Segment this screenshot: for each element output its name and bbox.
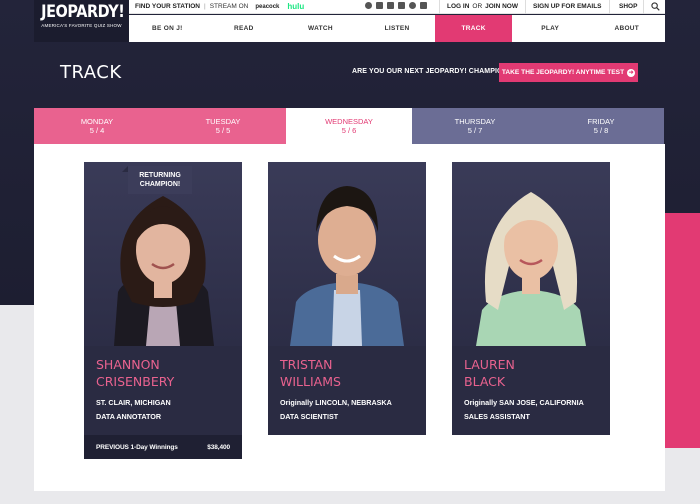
login-join: LOG IN OR JOIN NOW [447,3,518,10]
anytime-test-button[interactable]: TAKE THE JEOPARDY! ANYTIME TEST ➜ [499,63,638,82]
signup-emails-link[interactable]: SIGN UP FOR EMAILS [533,3,602,10]
tab-wednesday[interactable]: WEDNESDAY 5 / 6 [286,108,412,144]
contestant-job: DATA ANNOTATOR [96,412,162,421]
day-tabs: MONDAY 5 / 4 TUESDAY 5 / 5 WEDNESDAY 5 /… [34,108,664,144]
tiktok-icon[interactable] [409,2,416,9]
contestant-last-name: WILLIAMS [280,374,341,389]
day-date: 5 / 4 [89,126,105,135]
day-date: 5 / 8 [593,126,609,135]
contestant-job: SALES ASSISTANT [464,412,530,421]
tab-thursday[interactable]: THURSDAY 5 / 7 [412,108,538,144]
tab-monday[interactable]: MONDAY 5 / 4 [34,108,160,144]
contestant-origin: Originally LINCOLN, NEBRASKA [280,398,392,407]
day-date: 5 / 5 [215,126,231,135]
contestants-panel: RETURNING CHAMPION! SHANNON CRISENBERY S… [34,144,665,491]
contestant-first-name: SHANNON [96,357,160,372]
badge-line-1: RETURNING [139,172,181,179]
contestant-info: LAUREN BLACK Originally SAN JOSE, CALIFO… [452,346,610,422]
winnings-bar: PREVIOUS 1-Day Winnings $38,400 [84,435,242,459]
search-icon[interactable] [651,2,660,11]
x-icon[interactable] [376,2,383,9]
join-link[interactable]: JOIN NOW [485,3,518,10]
youtube-icon[interactable] [398,2,405,9]
anytime-test-label: TAKE THE JEOPARDY! ANYTIME TEST [501,69,625,76]
divider [525,0,526,14]
instagram-icon[interactable] [387,2,394,9]
contestant-card[interactable]: TRISTAN WILLIAMS Originally LINCOLN, NEB… [268,162,426,435]
contestant-info: TRISTAN WILLIAMS Originally LINCOLN, NEB… [268,346,426,422]
tab-tuesday[interactable]: TUESDAY 5 / 5 [160,108,286,144]
stream-on-label: STREAM ON [209,3,249,10]
day-name: TUESDAY [205,117,241,126]
logo-text: JEOPARDY! [41,2,125,22]
decorative-pink-bar [665,213,700,448]
arrow-right-icon: ➜ [627,68,636,77]
contestant-origin: ST. CLAIR, MICHIGAN [96,398,171,407]
contestant-first-name: LAUREN [464,357,515,372]
hulu-link[interactable]: hulu [287,2,304,11]
jeopardy-logo[interactable]: JEOPARDY! AMERICA'S FAVORITE QUIZ SHOW [34,0,129,42]
badge-line-2: CHAMPION! [139,181,181,188]
nav-listen[interactable]: LISTEN [359,15,436,42]
winnings-label: PREVIOUS 1-Day Winnings [96,443,178,451]
nav-track[interactable]: TRACK [435,15,512,42]
winnings-value: $38,400 [207,443,230,451]
contestant-last-name: BLACK [464,374,506,389]
returning-champion-badge: RETURNING CHAMPION! [122,166,192,194]
promo-question: ARE YOU OUR NEXT JEOPARDY! CHAMPION? [352,68,513,75]
day-date: 5 / 7 [467,126,483,135]
divider [643,0,644,14]
tab-friday[interactable]: FRIDAY 5 / 8 [538,108,664,144]
contestant-info: SHANNON CRISENBERY ST. CLAIR, MICHIGAN D… [84,346,242,422]
or-label: OR [472,3,483,10]
shop-link[interactable]: SHOP [619,3,637,10]
contestant-card[interactable]: LAUREN BLACK Originally SAN JOSE, CALIFO… [452,162,610,435]
divider [439,0,440,14]
social-links [365,2,427,9]
main-nav: BE ON J! READ WATCH LISTEN TRACK PLAY AB… [129,15,665,42]
nav-read[interactable]: READ [206,15,283,42]
nav-about[interactable]: ABOUT [588,15,665,42]
contestant-last-name: CRISENBERY [96,374,175,389]
contestant-card[interactable]: RETURNING CHAMPION! SHANNON CRISENBERY S… [84,162,242,459]
peacock-link[interactable]: peacock [255,4,279,10]
facebook-icon[interactable] [365,2,372,9]
divider: | [204,3,206,10]
day-name: THURSDAY [454,117,496,126]
day-name: MONDAY [80,117,114,126]
day-name: FRIDAY [587,117,615,126]
day-date: 5 / 6 [341,126,357,135]
login-link[interactable]: LOG IN [447,3,469,10]
contestant-photo [452,162,610,346]
contestant-photo [268,162,426,346]
logo-tagline: AMERICA'S FAVORITE QUIZ SHOW [41,23,122,28]
find-station-link[interactable]: FIND YOUR STATION [135,3,200,10]
nav-be-on-j[interactable]: BE ON J! [129,15,206,42]
news-icon[interactable] [420,2,427,9]
divider [609,0,610,14]
day-name: WEDNESDAY [325,117,373,126]
contestant-first-name: TRISTAN [280,357,333,372]
contestant-job: DATA SCIENTIST [280,412,339,421]
nav-play[interactable]: PLAY [512,15,589,42]
page-title: TRACK [60,62,122,83]
utility-bar: FIND YOUR STATION | STREAM ON peacock hu… [129,0,665,14]
contestant-origin: Originally SAN JOSE, CALIFORNIA [464,398,584,407]
nav-watch[interactable]: WATCH [282,15,359,42]
